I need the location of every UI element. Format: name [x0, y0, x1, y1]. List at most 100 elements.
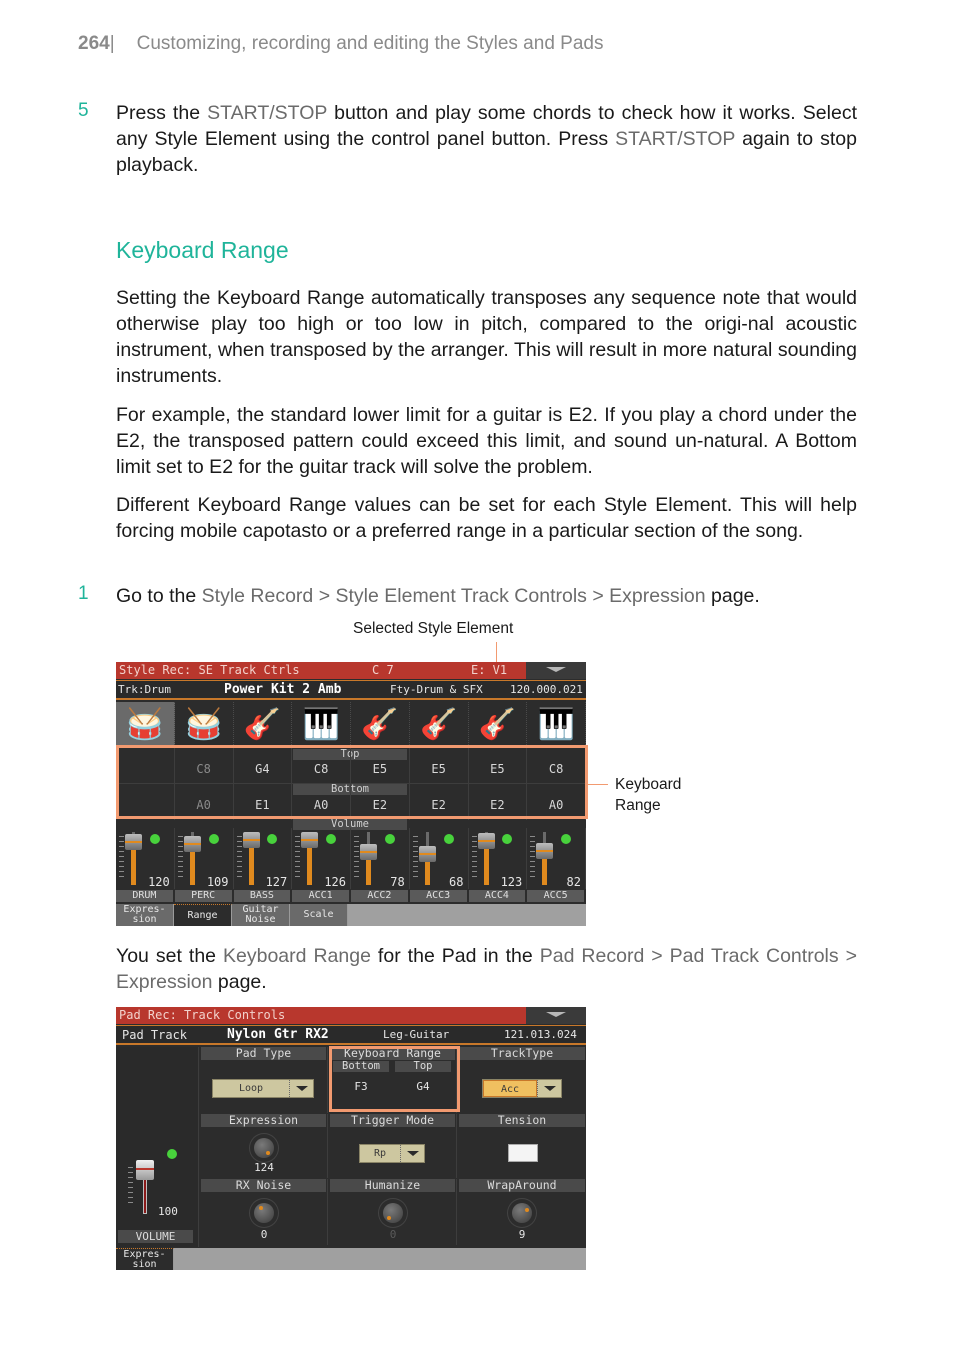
fader-handle[interactable]	[418, 846, 436, 862]
humanize-label: Humanize	[330, 1179, 455, 1192]
drums-icon[interactable]: 🥁	[116, 702, 175, 747]
acoustic-guitar-icon[interactable]: 🎸	[410, 702, 469, 747]
trigger-mode-value: Rp	[373, 1148, 387, 1159]
wrap-around-value: 9	[518, 1228, 526, 1241]
tab-expression[interactable]: Expres- sion	[116, 904, 174, 926]
channel-led	[267, 834, 278, 844]
fader-handle[interactable]	[183, 836, 201, 852]
fader-handle[interactable]	[477, 833, 495, 849]
track-label: Trk:Drum	[118, 683, 171, 696]
rx-noise-knob[interactable]	[254, 1203, 274, 1223]
channel-name: ACC2	[351, 890, 410, 902]
paragraph: For example, the standard lower limit fo…	[116, 404, 857, 478]
program-number: 121.013.024	[504, 1028, 577, 1041]
pad-type-label: Pad Type	[201, 1047, 326, 1060]
fader-scale	[236, 836, 242, 880]
step-number: 1	[78, 583, 89, 604]
sound-name[interactable]: Power Kit 2 Amb	[224, 681, 341, 699]
text: page.	[212, 971, 267, 993]
rx-noise-panel: RX Noise 0	[200, 1179, 328, 1245]
expression-label: Expression	[201, 1114, 326, 1127]
page-number: 264	[78, 33, 110, 54]
channel-strip: 120	[116, 828, 175, 889]
channel-strip: 127	[234, 828, 293, 889]
trigger-mode-panel: Trigger Mode Rp	[329, 1114, 457, 1178]
chapter-title: Customizing, recording and editing the S…	[136, 33, 604, 54]
pad-type-dropdown[interactable]: Loop	[212, 1079, 314, 1098]
volume-fader-handle[interactable]	[136, 1160, 154, 1180]
volume-value: 68	[449, 875, 464, 889]
channel-strip: 78	[351, 828, 410, 889]
header-separator: |	[109, 33, 115, 54]
keyboard-stand-icon[interactable]: 🎹	[292, 702, 351, 747]
organ-icon[interactable]: 🎹	[527, 702, 586, 747]
pad-type-panel: Pad Type Loop	[200, 1047, 328, 1113]
channel-strip: 109	[175, 828, 234, 889]
channel-led	[384, 834, 395, 844]
program-number: 120.000.021	[510, 683, 583, 696]
fader-scale	[295, 836, 301, 880]
callout-line	[587, 784, 608, 785]
track-type-dropdown[interactable]: Acc	[482, 1079, 562, 1098]
humanize-panel: Humanize 0	[329, 1179, 457, 1245]
title-bar: Pad Rec: Track Controls	[116, 1007, 586, 1024]
fader-scale	[471, 836, 477, 880]
step-5-text: Press the START/STOP button and play som…	[116, 100, 857, 178]
fader-handle[interactable]	[536, 843, 554, 859]
acoustic-guitar-icon[interactable]: 🎸	[469, 702, 528, 747]
track-type-label: TrackType	[459, 1047, 585, 1060]
text: Go to the	[116, 585, 202, 607]
fader-level	[307, 846, 313, 885]
tension-checkbox[interactable]	[508, 1144, 538, 1162]
fader-handle[interactable]	[125, 834, 142, 850]
wrap-around-knob[interactable]	[512, 1203, 532, 1223]
channel-strip: 126	[292, 828, 351, 889]
tab-guitarnoise[interactable]: Guitar Noise	[232, 904, 290, 926]
fader-handle[interactable]	[301, 832, 319, 848]
text: Press the	[116, 102, 208, 124]
tension-label: Tension	[459, 1114, 585, 1127]
fader-level	[131, 848, 136, 885]
expression-knob[interactable]	[254, 1138, 274, 1158]
sound-category: Leg-Guitar	[383, 1028, 450, 1041]
rx-noise-value: 0	[260, 1228, 268, 1241]
title-bar: Style Rec: SE Track Ctrls C 7 E: V1	[116, 662, 586, 679]
tab-bar: Expres- sion	[116, 1248, 586, 1270]
fader-scale	[177, 836, 183, 880]
acoustic-guitar-icon[interactable]: 🎸	[351, 702, 410, 747]
volume-label: VOLUME	[118, 1230, 193, 1243]
page-menu-button[interactable]	[526, 1007, 586, 1024]
channel-names: DRUM PERC BASS ACC1 ACC2 ACC3 ACC4 ACC5	[116, 890, 586, 902]
selected-element: E: V1	[471, 663, 508, 677]
fader-handle[interactable]	[242, 832, 260, 848]
channel-led	[208, 834, 219, 844]
electric-guitar-icon[interactable]: 🎸	[234, 702, 293, 747]
callout-line-1: Keyboard	[615, 776, 682, 793]
volume-value: 78	[390, 875, 405, 889]
trigger-mode-label: Trigger Mode	[330, 1114, 455, 1127]
pad-paragraph: You set the Keyboard Range for the Pad i…	[116, 943, 857, 995]
text: for the Pad in the	[370, 945, 540, 967]
screen-title: Style Rec: SE Track Ctrls	[119, 663, 300, 677]
channel-strip: 68	[410, 828, 469, 889]
tab-range[interactable]: Range	[174, 904, 232, 926]
parameter-reference: Keyboard Range	[223, 945, 371, 967]
volume-value: 126	[324, 875, 346, 889]
volume-panel: 100 VOLUME	[116, 1047, 199, 1247]
humanize-knob[interactable]	[383, 1203, 403, 1223]
trigger-mode-dropdown[interactable]: Rp	[359, 1144, 425, 1163]
chevron-down-icon	[537, 1080, 561, 1097]
page-menu-button[interactable]	[526, 662, 586, 679]
channel-led	[561, 834, 571, 844]
channel-name: ACC4	[468, 890, 528, 902]
tab-scale[interactable]: Scale	[290, 904, 348, 926]
volume-value: 120	[148, 875, 170, 889]
expression-panel: Expression 124	[200, 1114, 328, 1178]
channel-led	[326, 834, 336, 844]
drums-icon[interactable]: 🥁	[175, 702, 234, 747]
volume-value: 82	[566, 875, 581, 889]
sound-name[interactable]: Nylon Gtr RX2	[227, 1026, 329, 1044]
tab-expression[interactable]: Expres- sion	[116, 1248, 174, 1270]
instrument-icons-row: 🥁 🥁 🎸 🎹 🎸 🎸 🎸 🎹	[116, 702, 586, 747]
fader-handle[interactable]	[360, 844, 377, 860]
